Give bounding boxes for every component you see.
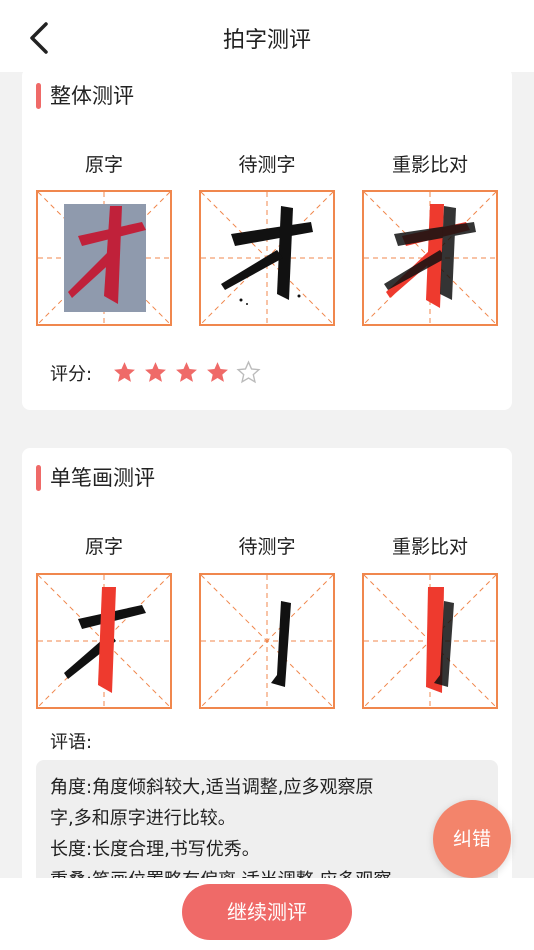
star-filled-icon <box>207 362 228 382</box>
tested-char-grid[interactable] <box>199 190 335 326</box>
stroke-tested-label: 待测字 <box>238 536 296 558</box>
overlay-character-image <box>384 204 476 308</box>
overlay-char-grid[interactable] <box>362 190 498 326</box>
top-bar: 拍字测评 <box>0 0 534 72</box>
overall-section-title: 整体测评 <box>36 80 134 110</box>
star-filled-icon <box>145 362 166 382</box>
rating-stars <box>112 360 261 385</box>
correction-button[interactable]: 纠错 <box>433 800 511 878</box>
score-label: 评分: <box>50 364 93 385</box>
stroke-overlay-grid[interactable] <box>362 573 498 709</box>
comment-line: 长度:长度合理,书写优秀。 <box>50 839 260 860</box>
comment-line: 角度:角度倾斜较大,适当调整,应多观察原 <box>50 777 374 798</box>
tested-label: 待测字 <box>238 154 296 176</box>
stroke-tested-image <box>271 601 291 687</box>
continue-evaluation-button[interactable]: 继续测评 <box>182 884 352 940</box>
stroke-tested-grid[interactable] <box>199 573 335 709</box>
original-label: 原字 <box>84 154 123 176</box>
stroke-original-image <box>64 587 146 693</box>
comment-line: 字,多和原字进行比较。 <box>50 808 236 829</box>
star-filled-icon <box>114 362 135 382</box>
comment-label: 评语: <box>50 732 93 753</box>
stroke-original-label: 原字 <box>84 536 123 558</box>
star-filled-icon <box>176 362 197 382</box>
stroke-overlay-image <box>426 587 454 693</box>
stroke-overlay-label: 重影比对 <box>391 536 468 558</box>
stroke-original-grid[interactable] <box>36 573 172 709</box>
overall-evaluation-card: 整体测评 原字 待测字 重影比对 评分: <box>22 68 512 410</box>
original-char-grid[interactable] <box>36 190 172 326</box>
page-title: 拍字测评 <box>222 28 311 53</box>
stroke-section-title: 单笔画测评 <box>36 462 155 492</box>
overlay-label: 重影比对 <box>391 154 468 176</box>
star-empty-icon <box>236 360 261 384</box>
